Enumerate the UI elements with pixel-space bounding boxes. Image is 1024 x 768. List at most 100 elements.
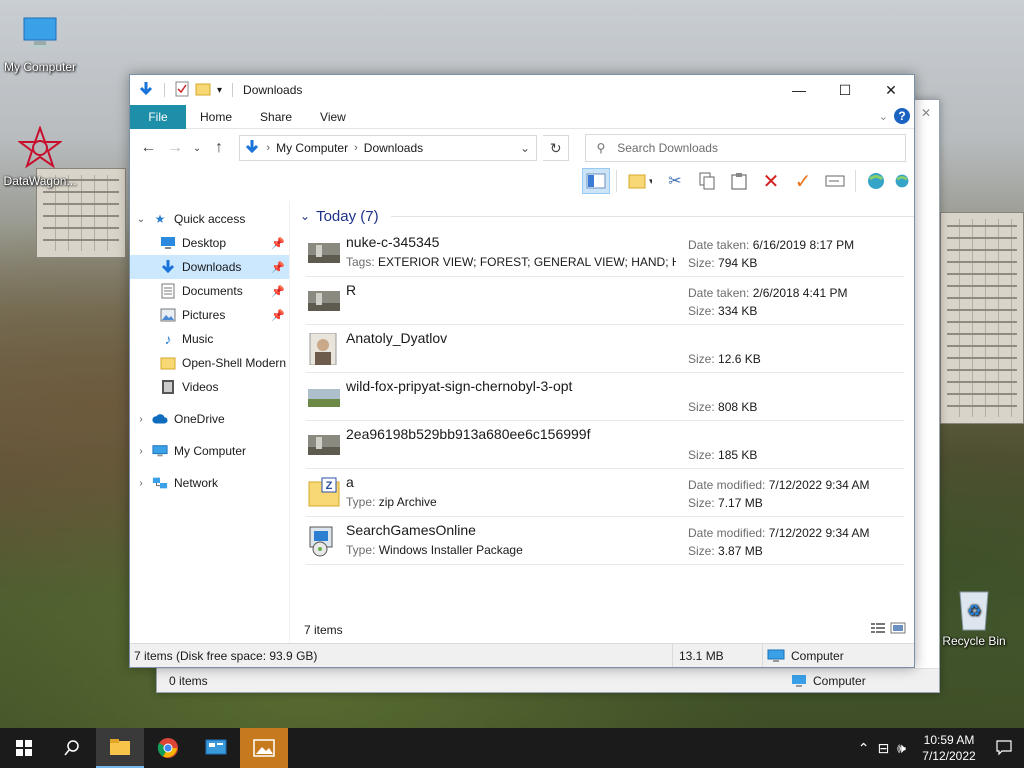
forward-button[interactable]: → [165, 139, 186, 157]
large-icons-view-icon[interactable] [890, 622, 906, 637]
status-location: Computer [791, 674, 866, 688]
recent-locations-button[interactable]: ⌄ [191, 143, 202, 154]
chevron-right-icon[interactable]: › [266, 142, 270, 154]
file-date: Date modified: 7/12/2022 9:34 AM [688, 478, 870, 492]
cut-icon[interactable]: ✂ [661, 168, 689, 194]
pin-icon[interactable]: 📌 [271, 309, 285, 322]
file-name: a [346, 474, 354, 490]
sidebar-item-music[interactable]: ♪ Music [130, 327, 289, 351]
address-dropdown-button[interactable]: ⌄ [514, 141, 536, 155]
chevron-down-icon[interactable]: ▾ [217, 85, 222, 96]
up-button[interactable]: ↑ [209, 139, 230, 157]
tab-share[interactable]: Share [246, 105, 306, 129]
clock-time: 10:59 AM [923, 733, 975, 747]
sidebar-item-onedrive[interactable]: › OneDrive [130, 407, 289, 431]
file-row[interactable]: nuke-c-345345 Tags: EXTERIOR VIEW; FOREST… [306, 229, 904, 277]
file-subtitle: Type: Windows Installer Package [346, 543, 523, 557]
help-icon[interactable]: ? [894, 108, 910, 124]
properties-icon[interactable] [175, 81, 189, 100]
svg-text:▾: ▾ [649, 176, 652, 186]
sidebar-item-videos[interactable]: Videos [130, 375, 289, 399]
sidebar-item-label: Network [174, 476, 219, 490]
chevron-down-icon[interactable]: ⌄ [130, 214, 152, 225]
desktop-icon-datawagon[interactable]: DataWagon... [0, 124, 80, 188]
documents-icon [160, 283, 176, 299]
taskbar-photos[interactable] [240, 728, 288, 768]
checkmark-icon[interactable]: ✓ [789, 168, 817, 194]
rename-icon[interactable] [821, 168, 849, 194]
chevron-up-icon[interactable]: ⌃ [858, 740, 870, 757]
close-icon[interactable]: ✕ [921, 106, 931, 120]
sidebar-item-label: My Computer [174, 444, 247, 458]
sidebar-item-pictures[interactable]: Pictures 📌 [130, 303, 289, 327]
control-panel-icon [205, 739, 227, 755]
file-row[interactable]: 2ea96198b529bb913a680ee6c156999f Size: 18… [306, 421, 904, 469]
pin-icon[interactable]: 📌 [271, 237, 285, 250]
sidebar-item-my-computer[interactable]: › My Computer [130, 439, 289, 463]
tab-view[interactable]: View [306, 105, 360, 129]
file-size: Size: 3.87 MB [688, 544, 763, 558]
close-button[interactable]: ✕ [868, 75, 914, 105]
maximize-button[interactable]: ☐ [822, 75, 868, 105]
chevron-right-icon[interactable]: › [130, 414, 152, 425]
new-folder-icon[interactable] [195, 82, 211, 99]
sidebar-item-downloads[interactable]: Downloads 📌 [130, 255, 289, 279]
chevron-right-icon[interactable]: › [354, 142, 358, 154]
clock[interactable]: 10:59 AM 7/12/2022 [914, 732, 984, 764]
taskbar-app[interactable] [192, 728, 240, 768]
sidebar-item-desktop[interactable]: Desktop 📌 [130, 231, 289, 255]
tab-home[interactable]: Home [186, 105, 246, 129]
title-bar[interactable]: ▾ Downloads — ☐ ✕ [130, 75, 914, 105]
search-button[interactable] [48, 728, 96, 768]
expand-ribbon-icon[interactable]: ⌄ [879, 110, 888, 123]
globe-icon[interactable] [894, 168, 910, 194]
file-row[interactable]: Anatoly_Dyatlov Size: 12.6 KB [306, 325, 904, 373]
back-button[interactable]: ← [138, 139, 159, 157]
desktop-icon-recycle-bin[interactable]: ♻ Recycle Bin [934, 584, 1014, 648]
file-row[interactable]: wild-fox-pripyat-sign-chernobyl-3-opt Siz… [306, 373, 904, 421]
desktop-icon-my-computer[interactable]: My Computer [0, 10, 80, 74]
address-bar[interactable]: › My Computer › Downloads ⌄ [239, 135, 538, 161]
breadcrumb-my-computer[interactable]: My Computer [276, 141, 348, 155]
sidebar-item-network[interactable]: › Network [130, 471, 289, 495]
volume-icon[interactable]: 🕪 [897, 740, 906, 757]
search-placeholder: Search Downloads [617, 141, 718, 155]
taskbar-chrome[interactable] [144, 728, 192, 768]
start-button[interactable] [0, 728, 48, 768]
nav-quick-access[interactable]: ⌄ ★ Quick access [130, 207, 289, 231]
copy-icon[interactable] [693, 168, 721, 194]
taskbar-file-explorer[interactable] [96, 728, 144, 768]
explorer-window[interactable]: ▾ Downloads — ☐ ✕ File Home Share View ⌄… [129, 74, 915, 668]
back-window-status-bar: 0 items Computer [157, 668, 939, 692]
pin-icon[interactable]: 📌 [271, 285, 285, 298]
navigation-pane-button[interactable] [582, 168, 610, 194]
navigation-pane[interactable]: ⌄ ★ Quick access Desktop 📌 Downloads 📌 Docum… [130, 201, 290, 643]
folder-options-button[interactable]: ▾ [623, 168, 657, 194]
network-icon[interactable]: ⊟ [877, 740, 889, 757]
minimize-button[interactable]: — [776, 75, 822, 105]
file-size: Size: 334 KB [688, 304, 758, 318]
refresh-button[interactable]: ↻ [543, 135, 570, 161]
sidebar-item-documents[interactable]: Documents 📌 [130, 279, 289, 303]
file-row[interactable]: SearchGamesOnline Type: Windows Installer… [306, 517, 904, 565]
wallpaper-building [940, 212, 1024, 424]
classic-toolbar: ▾ ✂ ✕ ✓ [130, 167, 914, 195]
file-size: Size: 12.6 KB [688, 352, 761, 366]
details-view-icon[interactable] [870, 622, 886, 637]
chevron-right-icon[interactable]: › [130, 446, 152, 457]
file-list[interactable]: ⌄ Today (7) nuke-c-345345 Tags: EXTERIOR … [290, 201, 914, 643]
tab-file[interactable]: File [130, 104, 186, 129]
chevron-right-icon[interactable]: › [130, 478, 152, 489]
file-row[interactable]: R Date taken: 2/6/2018 4:41 PM Size: 334 K… [306, 277, 904, 325]
sidebar-item-open-shell-modern[interactable]: Open-Shell Modern [130, 351, 289, 375]
breadcrumb-downloads[interactable]: Downloads [364, 141, 423, 155]
paste-icon[interactable] [725, 168, 753, 194]
file-row[interactable]: Za Type: zip Archive Date modified: 7/12/2… [306, 469, 904, 517]
computer-icon [767, 649, 785, 662]
search-input[interactable]: ⚲ Search Downloads [585, 134, 907, 162]
pin-icon[interactable]: 📌 [271, 261, 285, 274]
delete-icon[interactable]: ✕ [757, 168, 785, 194]
globe-icon[interactable] [862, 168, 890, 194]
group-header-today[interactable]: ⌄ Today (7) [300, 203, 914, 229]
notifications-button[interactable] [984, 740, 1024, 756]
